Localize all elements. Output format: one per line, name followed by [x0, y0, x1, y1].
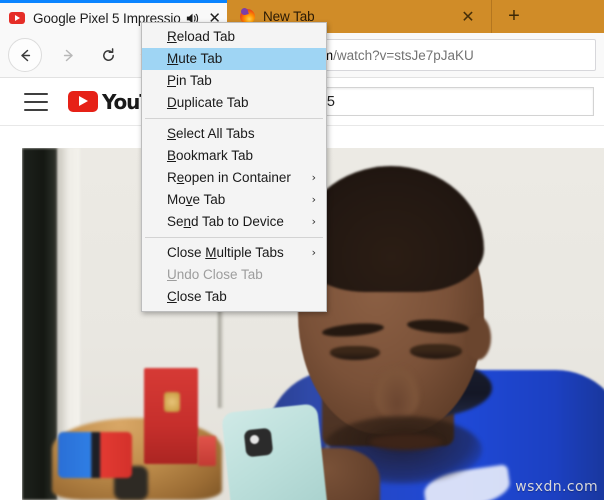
chevron-right-icon: › — [311, 193, 316, 206]
context-menu-item-label: Undo Close Tab — [167, 267, 263, 282]
context-menu-item-bookmark-tab[interactable]: Bookmark Tab — [142, 145, 326, 167]
context-menu-item-close-multiple-tabs[interactable]: Close Multiple Tabs › — [142, 242, 326, 264]
context-menu-item-label: Pin Tab — [167, 73, 212, 88]
video-bg-game-console — [58, 432, 132, 478]
context-menu-item-select-all-tabs[interactable]: Select All Tabs — [142, 123, 326, 145]
context-menu-item-undo-close-tab: Undo Close Tab — [142, 264, 326, 286]
youtube-play-icon — [68, 91, 98, 112]
context-menu-item-label: Move Tab — [167, 192, 226, 207]
back-button[interactable] — [8, 38, 42, 72]
context-menu-item-label: Bookmark Tab — [167, 148, 254, 163]
tab-close-icon[interactable]: ✕ — [445, 0, 492, 33]
youtube-icon — [9, 10, 25, 26]
context-menu-item-label: Reopen in Container — [167, 170, 291, 185]
video-bg-small-red-object — [198, 436, 216, 466]
chevron-right-icon: › — [311, 171, 316, 184]
context-menu-item-label: Send Tab to Device — [167, 214, 284, 229]
video-phone-camera-lens — [250, 435, 259, 444]
context-menu-separator — [145, 237, 323, 238]
context-menu-item-label: Select All Tabs — [167, 126, 255, 141]
context-menu-separator — [145, 118, 323, 119]
reload-button[interactable] — [88, 35, 128, 75]
context-menu-item-close-tab[interactable]: Close Tab — [142, 286, 326, 308]
video-person-eye-left — [330, 346, 380, 360]
video-person-mouth — [370, 434, 442, 450]
context-menu-item-reopen-in-container[interactable]: Reopen in Container › — [142, 167, 326, 189]
video-bg-red-card — [144, 368, 198, 464]
tab-context-menu[interactable]: Reload Tab Mute Tab Pin Tab Duplicate Tab Se… — [141, 22, 327, 312]
context-menu-item-label: Mute Tab — [167, 51, 223, 66]
watermark: wsxdn.com — [515, 479, 598, 495]
video-person-nose — [374, 366, 420, 420]
video-person-ear — [465, 316, 491, 360]
context-menu-item-send-tab-to-device[interactable]: Send Tab to Device › — [142, 211, 326, 233]
url-path: /watch?v=stsJe7pJaKU — [333, 47, 474, 63]
video-person-eye-right — [410, 344, 462, 359]
context-menu-item-label: Close Tab — [167, 289, 227, 304]
context-menu-item-label: Duplicate Tab — [167, 95, 249, 110]
context-menu-item-reload-tab[interactable]: Reload Tab — [142, 26, 326, 48]
context-menu-item-label: Close Multiple Tabs — [167, 245, 284, 260]
context-menu-item-pin-tab[interactable]: Pin Tab — [142, 70, 326, 92]
context-menu-item-mute-tab[interactable]: Mute Tab — [142, 48, 326, 70]
video-phone-camera-module — [243, 427, 274, 458]
forward-button[interactable] — [48, 35, 88, 75]
new-tab-button[interactable]: + — [492, 0, 536, 33]
video-phone-device — [221, 403, 329, 500]
context-menu-item-duplicate-tab[interactable]: Duplicate Tab — [142, 92, 326, 114]
tab-strip-empty-area[interactable] — [536, 0, 604, 33]
chevron-right-icon: › — [311, 246, 316, 259]
chevron-right-icon: › — [311, 215, 316, 228]
hamburger-icon[interactable] — [24, 92, 48, 111]
video-bg-card-emblem — [164, 392, 180, 412]
context-menu-item-move-tab[interactable]: Move Tab › — [142, 189, 326, 211]
context-menu-item-label: Reload Tab — [167, 29, 236, 44]
